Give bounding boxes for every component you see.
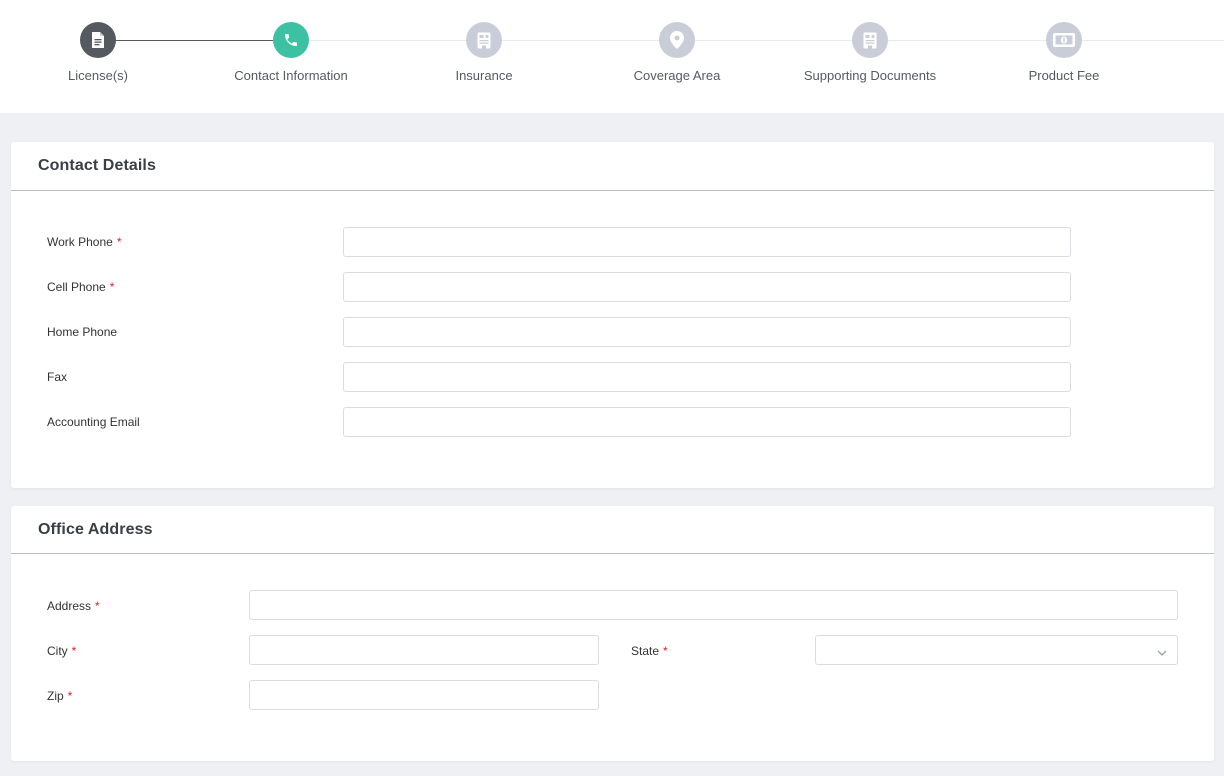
accounting-email-input[interactable] [343, 407, 1071, 437]
card-header: Office Address [11, 506, 1214, 554]
office-address-card: Office Address Address * City * State * Zip… [11, 506, 1214, 761]
step-label: Coverage Area [633, 68, 721, 83]
documents-icon [852, 22, 888, 58]
zip-label: Zip * [47, 689, 73, 703]
document-icon [80, 22, 116, 58]
contact-details-card: Contact Details Work Phone * Cell Phone * … [11, 142, 1214, 488]
state-label: State * [631, 644, 668, 658]
work-phone-input[interactable] [343, 227, 1071, 257]
fax-input[interactable] [343, 362, 1071, 392]
accounting-email-label: Accounting Email [47, 415, 140, 429]
step-label: C [1177, 68, 1224, 83]
work-phone-label: Work Phone * [47, 235, 122, 249]
card-title: Contact Details [38, 157, 156, 174]
city-label: City * [47, 644, 77, 658]
state-select[interactable] [815, 635, 1178, 665]
home-phone-label: Home Phone [47, 325, 118, 339]
cell-phone-input[interactable] [343, 272, 1071, 302]
cell-phone-label: Cell Phone * [47, 280, 115, 294]
card-title: Office Address [38, 520, 153, 538]
home-phone-input[interactable] [343, 317, 1071, 347]
step-product-fee[interactable]: Product Fee [984, 22, 1144, 83]
progress-stepper: License(s) Contact Information Insurance… [0, 0, 1224, 113]
zip-input[interactable] [249, 680, 599, 710]
step-coverage-area[interactable]: Coverage Area [597, 22, 757, 83]
insurance-icon [466, 22, 502, 58]
step-label: Supporting Documents [803, 68, 937, 83]
step-next[interactable]: C [1177, 22, 1224, 83]
address-input[interactable] [249, 590, 1178, 620]
map-pin-icon [659, 22, 695, 58]
step-label: Insurance [455, 68, 513, 83]
phone-icon [273, 22, 309, 58]
address-label: Address * [47, 599, 100, 613]
step-supporting-documents[interactable]: Supporting Documents [790, 22, 950, 83]
step-contact-information[interactable]: Contact Information [211, 22, 371, 83]
step-label: Product Fee [1028, 68, 1100, 83]
step-label: License(s) [68, 68, 128, 83]
fax-label: Fax [47, 370, 68, 384]
card-header: Contact Details [11, 142, 1214, 191]
step-label: Contact Information [234, 68, 348, 83]
chevron-down-icon [1157, 645, 1167, 663]
step-insurance[interactable]: Insurance [404, 22, 564, 83]
city-input[interactable] [249, 635, 599, 665]
money-icon [1046, 22, 1082, 58]
step-licenses[interactable]: License(s) [18, 22, 178, 83]
